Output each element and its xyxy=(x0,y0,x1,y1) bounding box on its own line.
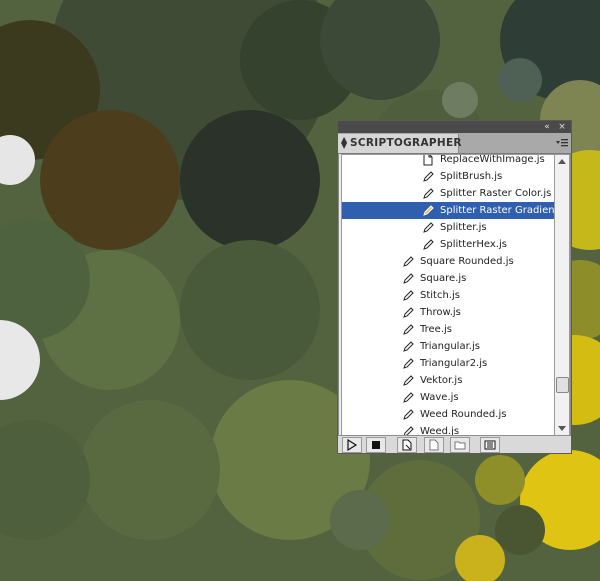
script-pen-icon xyxy=(403,358,414,369)
list-item-label: Vektor.js xyxy=(420,375,463,386)
script-pen-icon xyxy=(423,188,434,199)
panel-toolbar xyxy=(338,435,571,453)
play-button[interactable] xyxy=(342,437,362,453)
list-item[interactable]: Splitter Raster Gradient.js xyxy=(342,202,555,219)
list-item-label: Wave.js xyxy=(420,392,459,403)
stop-button[interactable] xyxy=(366,437,386,453)
list-item[interactable]: Stitch.js xyxy=(342,287,555,304)
scroll-thumb[interactable] xyxy=(556,377,569,393)
list-item-label: Splitter.js xyxy=(440,222,487,233)
list-item-label: Stitch.js xyxy=(420,290,460,301)
panel-tab-row: ▲ ▼ SCRIPTOGRAPHER xyxy=(338,133,571,154)
play-icon xyxy=(347,439,358,451)
list-item-label: Weed Rounded.js xyxy=(420,409,507,420)
list-item-label: SplitBrush.js xyxy=(440,171,503,182)
list-item-label: Throw.js xyxy=(420,307,461,318)
list-item-label: Triangular.js xyxy=(420,341,480,352)
list-item-label: Tree.js xyxy=(420,324,453,335)
console-icon xyxy=(484,440,496,450)
scroll-down-icon[interactable] xyxy=(558,426,566,431)
panel-title: SCRIPTOGRAPHER xyxy=(350,137,462,149)
new-script-button[interactable] xyxy=(397,437,417,453)
panel-titlebar: « × xyxy=(338,121,571,133)
new-folder-button[interactable] xyxy=(450,437,470,453)
list-item[interactable]: Wave.js xyxy=(342,389,555,406)
list-item[interactable]: Triangular2.js xyxy=(342,355,555,372)
scriptographer-panel: « × ▲ ▼ SCRIPTOGRAPHER ReplaceWithImage.j… xyxy=(337,120,572,454)
list-item-label: Splitter Raster Color.js xyxy=(440,188,552,199)
list-item[interactable]: Weed Rounded.js xyxy=(342,406,555,423)
list-item[interactable]: Splitter.js xyxy=(342,219,555,236)
tab-scriptographer[interactable]: ▲ ▼ SCRIPTOGRAPHER xyxy=(338,134,462,153)
list-item[interactable]: SplitBrush.js xyxy=(342,168,555,185)
script-pen-icon xyxy=(423,205,434,216)
script-pen-icon xyxy=(403,256,414,267)
list-item[interactable]: Square Rounded.js xyxy=(342,253,555,270)
script-pen-icon xyxy=(403,375,414,386)
script-pen-icon xyxy=(423,239,434,250)
script-pen-icon xyxy=(403,290,414,301)
script-pen-icon xyxy=(403,307,414,318)
list-item[interactable]: ReplaceWithImage.js xyxy=(342,154,555,168)
script-pen-icon xyxy=(403,409,414,420)
list-item-label: ReplaceWithImage.js xyxy=(440,154,545,165)
document-icon xyxy=(423,155,433,166)
script-pen-icon xyxy=(423,171,434,182)
new-document-button[interactable] xyxy=(424,437,444,453)
list-item-label: Square Rounded.js xyxy=(420,256,514,267)
list-item[interactable]: SplitterHex.js xyxy=(342,236,555,253)
new-script-icon xyxy=(402,439,412,451)
console-button[interactable] xyxy=(480,437,500,453)
list-item[interactable]: Splitter Raster Color.js xyxy=(342,185,555,202)
collapse-icon[interactable]: « xyxy=(542,122,552,132)
script-list[interactable]: ReplaceWithImage.js SplitBrush.js Splitter… xyxy=(341,154,556,436)
list-item[interactable]: Square.js xyxy=(342,270,555,287)
list-item[interactable]: Throw.js xyxy=(342,304,555,321)
close-icon[interactable]: × xyxy=(557,122,567,132)
new-document-icon xyxy=(429,439,439,451)
list-item[interactable]: Triangular.js xyxy=(342,338,555,355)
tab-expand-icon: ▲ ▼ xyxy=(341,135,348,150)
script-pen-icon xyxy=(403,392,414,403)
list-item-label: Square.js xyxy=(420,273,467,284)
list-item[interactable]: Tree.js xyxy=(342,321,555,338)
scrollbar[interactable] xyxy=(554,154,570,436)
script-pen-icon xyxy=(403,324,414,335)
list-item[interactable]: Vektor.js xyxy=(342,372,555,389)
list-item-label: SplitterHex.js xyxy=(440,239,507,250)
scroll-up-icon[interactable] xyxy=(558,159,566,164)
folder-icon xyxy=(454,441,466,450)
script-pen-icon xyxy=(403,273,414,284)
script-pen-icon xyxy=(423,222,434,233)
list-item-label: Triangular2.js xyxy=(420,358,488,369)
panel-menu-icon[interactable] xyxy=(556,137,568,149)
list-item-label: Splitter Raster Gradient.js xyxy=(440,205,555,216)
stop-icon xyxy=(372,441,380,449)
script-pen-icon xyxy=(403,341,414,352)
